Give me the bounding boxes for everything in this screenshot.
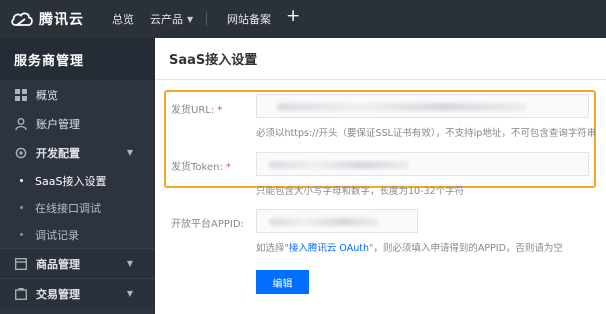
nav-cloud-products[interactable]: 云产品 ▼	[150, 11, 193, 27]
oauth-link[interactable]: 接入腾讯云 OAuth	[289, 243, 369, 254]
user-icon	[14, 117, 27, 130]
delivery-token-input[interactable]	[256, 152, 589, 176]
main-content: SaaS接入设置 发货URL: * 必须以https://开头（要保证SSL证书有…	[155, 38, 606, 314]
required-marker: *	[225, 162, 231, 173]
page-title: SaaS接入设置	[169, 53, 258, 68]
url-label-text: 发货URL:	[171, 105, 215, 116]
required-marker: *	[217, 105, 223, 116]
chevron-down-icon: ▼	[126, 259, 133, 268]
page-header: SaaS接入设置	[155, 38, 606, 80]
chevron-down-icon: ▼	[126, 148, 133, 157]
sidebar-item-label: SaaS接入设置	[35, 174, 107, 188]
nav-icp-filing[interactable]: 网站备案	[227, 11, 271, 27]
bullet-icon	[20, 206, 23, 209]
token-label-text: 发货Token:	[171, 162, 223, 173]
appid-hint-prefix: 如选择"	[256, 243, 289, 254]
sidebar-title: 服务商管理	[0, 38, 155, 80]
url-field-label: 发货URL: *	[171, 101, 222, 116]
nav-cloud-products-label: 云产品	[150, 13, 183, 26]
sidebar-item-label: 账户管理	[36, 117, 80, 131]
edit-button[interactable]: 编辑	[256, 270, 309, 294]
appid-field-label: 开放平台APPID:	[171, 219, 244, 230]
blurred-value	[269, 218, 379, 226]
sidebar-item-label: 调试记录	[35, 228, 79, 242]
token-hint: 只能包含大小写字母和数字，长度为10-32个字符	[256, 186, 465, 197]
sidebar-item-label: 概览	[36, 88, 58, 102]
sidebar-subitem-saas-settings[interactable]: SaaS接入设置	[0, 167, 155, 194]
top-navigation-bar: 腾讯云 总览 云产品 ▼ 网站备案 +	[0, 0, 606, 38]
blurred-value	[269, 161, 409, 169]
logo[interactable]: 腾讯云	[10, 9, 110, 29]
sidebar-item-label: 交易管理	[36, 287, 80, 301]
sidebar-subitem-debug-log[interactable]: 调试记录	[0, 221, 155, 248]
url-hint: 必须以https://开头（要保证SSL证书有效），不支持ip地址，不可包含查询…	[256, 128, 597, 139]
sidebar-item-overview[interactable]: 概览	[0, 80, 155, 109]
appid-hint: 如选择"接入腾讯云 OAuth"，则必须填入申请得到的APPID，否则请为空	[256, 240, 563, 254]
chevron-down-icon: ▼	[126, 289, 133, 298]
add-shortcut-icon[interactable]: +	[286, 6, 300, 26]
grid-icon	[14, 88, 27, 101]
blurred-value	[277, 103, 527, 111]
token-field-label: 发货Token: *	[171, 158, 231, 173]
sidebar-item-dev-config[interactable]: 开发配置 ▼	[0, 138, 155, 167]
sidebar-item-account[interactable]: 账户管理	[0, 109, 155, 138]
sidebar-item-products[interactable]: 商品管理 ▼	[0, 249, 155, 278]
sidebar-item-transactions[interactable]: 交易管理 ▼	[0, 279, 155, 308]
box-icon	[14, 257, 27, 270]
bullet-icon	[20, 179, 23, 182]
sidebar-subitem-api-debug[interactable]: 在线接口调试	[0, 194, 155, 221]
delivery-url-input[interactable]	[256, 94, 589, 118]
cloud-logo-icon	[11, 12, 33, 26]
chevron-down-icon: ▼	[187, 14, 194, 24]
sidebar-item-label: 在线接口调试	[35, 201, 101, 215]
bullet-icon	[20, 233, 23, 236]
appid-hint-suffix: "，则必须填入申请得到的APPID，否则请为空	[368, 243, 563, 254]
appid-input[interactable]	[256, 209, 418, 233]
logo-text: 腾讯云	[39, 12, 84, 28]
nav-overview[interactable]: 总览	[112, 11, 134, 27]
sidebar-item-label: 商品管理	[36, 257, 80, 271]
sidebar-item-label: 开发配置	[36, 146, 80, 160]
nav-divider	[206, 12, 207, 26]
sidebar: 服务商管理 概览 账户管理 开发配置 ▼ SaaS接入设置 在线接口调试 调试记…	[0, 38, 155, 314]
cart-icon	[14, 287, 27, 300]
gear-icon	[14, 146, 27, 159]
